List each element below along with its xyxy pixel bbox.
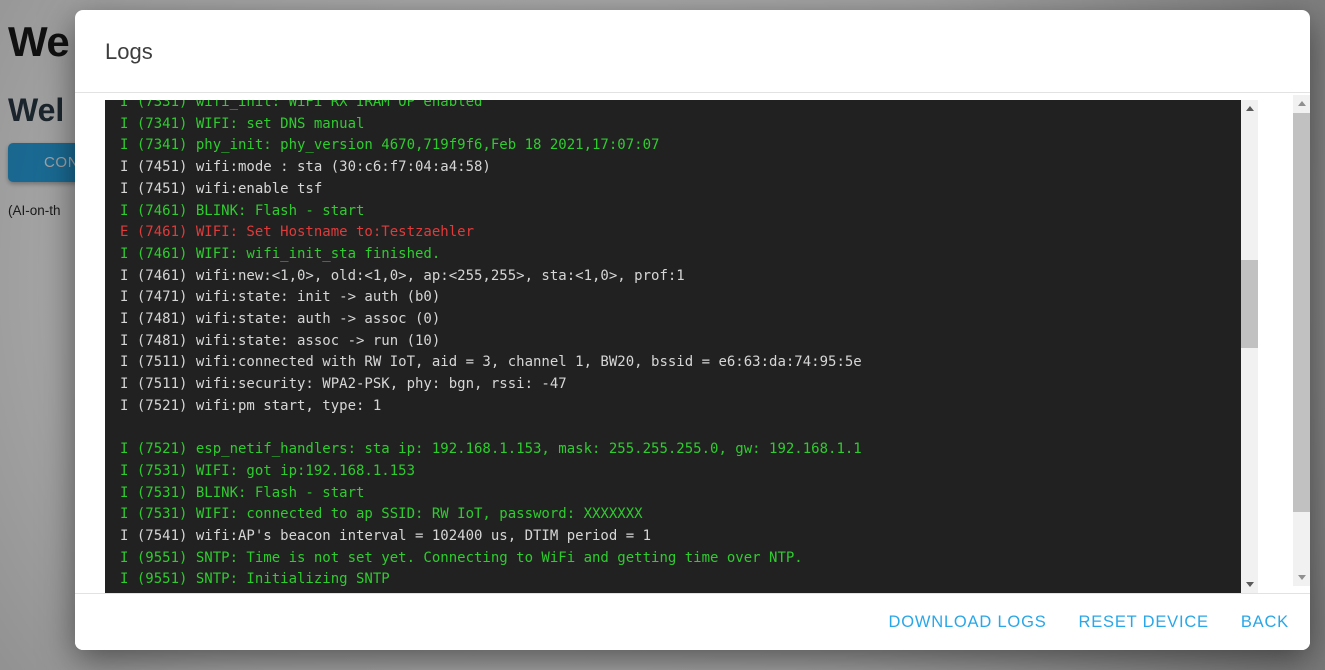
log-line: I (7511) wifi:security: WPA2-PSK, phy: b… [120,374,1241,396]
log-line: I (7451) wifi:mode : sta (30:c6:f7:04:a4… [120,157,1241,179]
log-line: I (7481) wifi:state: auth -> assoc (0) [120,309,1241,331]
log-line: I (7461) WIFI: wifi_init_sta finished. [120,244,1241,266]
log-line: I (7531) WIFI: connected to ap SSID: RW … [120,504,1241,526]
content-scrollbar[interactable] [1293,95,1310,586]
dialog-content: I (7331) wifi_init: WiFi RX IRAM OP enab… [75,94,1310,593]
log-output: I (7331) wifi_init: WiFi RX IRAM OP enab… [105,100,1241,591]
log-line: I (7341) WIFI: set DNS manual [120,114,1241,136]
reset-device-button[interactable]: RESET DEVICE [1079,613,1209,632]
content-scroll-up-button[interactable] [1293,95,1310,112]
logs-dialog: Logs I (7331) wifi_init: WiFi RX IRAM OP… [75,10,1310,650]
log-viewer: I (7331) wifi_init: WiFi RX IRAM OP enab… [105,100,1258,593]
arrow-up-icon [1246,106,1254,111]
log-scrollbar-thumb[interactable] [1241,260,1258,348]
content-scrollbar-thumb[interactable] [1293,113,1310,512]
arrow-down-icon [1246,582,1254,587]
log-line: I (7331) wifi_init: WiFi RX IRAM OP enab… [120,100,1241,114]
log-line: I (7521) esp_netif_handlers: sta ip: 192… [120,439,1241,461]
download-logs-button[interactable]: DOWNLOAD LOGS [889,613,1047,632]
log-line: I (9551) SNTP: Time is not set yet. Conn… [120,548,1241,570]
log-line [120,418,1241,440]
log-scrollbar[interactable] [1241,100,1258,593]
log-clip: I (7331) wifi_init: WiFi RX IRAM OP enab… [105,100,1241,593]
log-line: I (7521) wifi:pm start, type: 1 [120,396,1241,418]
log-line: I (7541) wifi:AP's beacon interval = 102… [120,526,1241,548]
log-line: I (7461) BLINK: Flash - start [120,201,1241,223]
log-line: I (7341) phy_init: phy_version 4670,719f… [120,135,1241,157]
log-scroll-down-button[interactable] [1241,576,1258,593]
arrow-up-icon [1298,101,1306,106]
log-scroll-up-button[interactable] [1241,100,1258,117]
dialog-header: Logs [75,10,1310,93]
log-line: E (7461) WIFI: Set Hostname to:Testzaehl… [120,222,1241,244]
log-line: I (7461) wifi:new:<1,0>, old:<1,0>, ap:<… [120,266,1241,288]
dialog-footer: DOWNLOAD LOGS RESET DEVICE BACK [75,593,1310,650]
log-line: I (7451) wifi:enable tsf [120,179,1241,201]
log-line: I (7511) wifi:connected with RW IoT, aid… [120,352,1241,374]
content-scroll-down-button[interactable] [1293,569,1310,586]
back-button[interactable]: BACK [1241,613,1289,632]
dialog-title: Logs [105,39,153,65]
log-line: I (9551) SNTP: Initializing SNTP [120,569,1241,591]
log-line: I (7481) wifi:state: assoc -> run (10) [120,331,1241,353]
log-line: I (7471) wifi:state: init -> auth (b0) [120,287,1241,309]
log-line: I (7531) WIFI: got ip:192.168.1.153 [120,461,1241,483]
arrow-down-icon [1298,575,1306,580]
log-line: I (7531) BLINK: Flash - start [120,483,1241,505]
